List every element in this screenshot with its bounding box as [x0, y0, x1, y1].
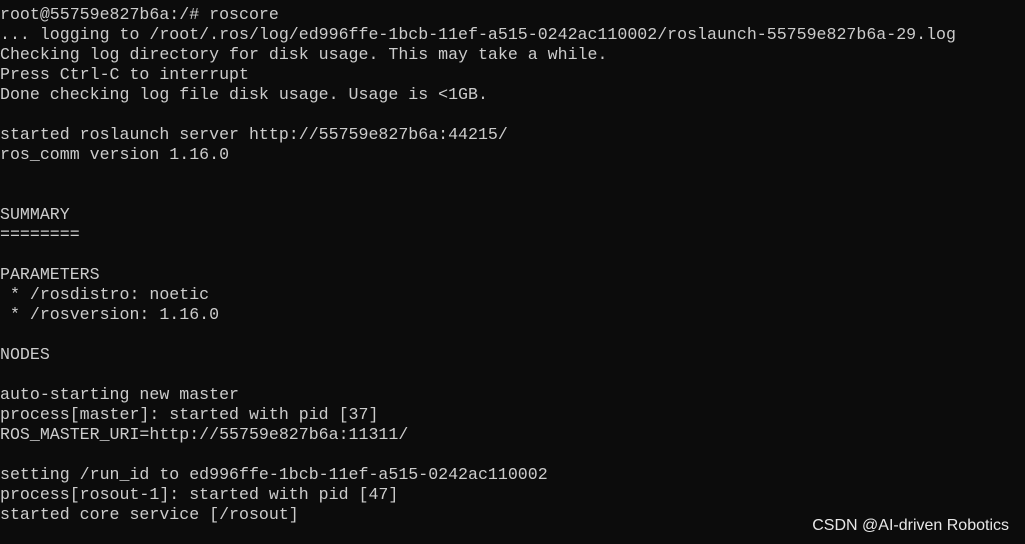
terminal-line: ... logging to /root/.ros/log/ed996ffe-1… [0, 25, 956, 44]
terminal-line: root@55759e827b6a:/# roscore [0, 5, 279, 24]
terminal-line: ros_comm version 1.16.0 [0, 145, 230, 164]
terminal-line: ======== [0, 225, 80, 244]
terminal-line: NODES [0, 345, 50, 364]
terminal-line: process[master]: started with pid [37] [0, 405, 379, 424]
terminal-line: Press Ctrl-C to interrupt [0, 65, 249, 84]
watermark: CSDN @AI-driven Robotics [812, 517, 1009, 534]
terminal-line: auto-starting new master [0, 385, 239, 404]
terminal-line: * /rosdistro: noetic [0, 285, 210, 304]
terminal-line: ROS_MASTER_URI=http://55759e827b6a:11311… [0, 425, 409, 444]
terminal-line: started roslaunch server http://55759e82… [0, 125, 508, 144]
terminal-output[interactable]: root@55759e827b6a:/# roscore... logging … [0, 5, 956, 525]
terminal-line: setting /run_id to ed996ffe-1bcb-11ef-a5… [0, 465, 548, 484]
terminal-line: PARAMETERS [0, 265, 100, 284]
terminal-line: process[rosout-1]: started with pid [47] [0, 485, 399, 504]
terminal-line: Done checking log file disk usage. Usage… [0, 85, 488, 104]
terminal-line: Checking log directory for disk usage. T… [0, 45, 608, 64]
terminal-line: SUMMARY [0, 205, 70, 224]
terminal-line: * /rosversion: 1.16.0 [0, 305, 220, 324]
